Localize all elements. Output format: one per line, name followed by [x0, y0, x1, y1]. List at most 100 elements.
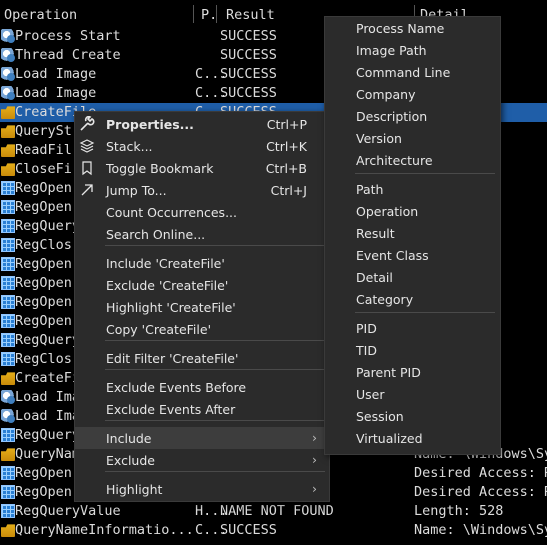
menu-item-highlight[interactable]: Highlight ›	[75, 478, 329, 500]
operation-cell: RegOpen	[15, 180, 72, 196]
submenu-item-event-class[interactable]: Event Class	[325, 244, 500, 266]
submenu-item-virtualized[interactable]: Virtualized	[325, 427, 500, 449]
submenu-item-category[interactable]: Category	[325, 288, 500, 310]
submenu-item-command-line[interactable]: Command Line	[325, 61, 500, 83]
column-header-operation[interactable]: Operation	[4, 7, 77, 23]
submenu-item-image-path[interactable]: Image Path	[325, 39, 500, 61]
operation-cell: CloseFi	[15, 161, 72, 177]
submenu-item-result[interactable]: Result	[325, 222, 500, 244]
operation-cell: RegClos	[15, 237, 72, 253]
result-cell: SUCCESS	[220, 85, 277, 101]
menu-item-exclude-createfile[interactable]: Exclude 'CreateFile'	[75, 274, 329, 296]
operation-cell: RegClos	[15, 351, 72, 367]
menu-item-label: Toggle Bookmark	[106, 161, 214, 176]
menu-item-shortcut: Ctrl+J	[270, 183, 307, 198]
menu-item-label: Highlight 'CreateFile'	[106, 300, 236, 315]
menu-item-exclude-events-before[interactable]: Exclude Events Before	[75, 376, 329, 398]
registry-icon	[1, 238, 15, 252]
operation-cell: RegQuery	[15, 427, 81, 443]
registry-icon	[1, 181, 15, 195]
submenu-item-label: Process Name	[356, 21, 445, 36]
menu-item-toggle-bookmark[interactable]: Toggle Bookmark Ctrl+B	[75, 157, 329, 179]
menu-item-include[interactable]: Include ›	[75, 427, 329, 449]
menu-item-shortcut: Ctrl+K	[266, 139, 307, 154]
menu-item-highlight-createfile[interactable]: Highlight 'CreateFile'	[75, 296, 329, 318]
menu-item-label: Exclude	[106, 453, 155, 468]
wrench-icon	[79, 115, 95, 132]
submenu-item-description[interactable]: Description	[325, 105, 500, 127]
process-icon	[1, 390, 15, 404]
submenu-item-label: User	[356, 387, 385, 402]
submenu-item-architecture[interactable]: Architecture	[325, 149, 500, 171]
menu-item-label: Search Online...	[106, 227, 206, 242]
table-row[interactable]: QueryNameInformatio... C... SUCCESS Name: \…	[0, 521, 547, 540]
operation-cell: Load Image	[15, 66, 97, 82]
detail-cell: Desired Access: R	[414, 465, 547, 481]
registry-icon	[1, 428, 15, 442]
submenu-item-pid[interactable]: PID	[325, 317, 500, 339]
detail-cell: Desired Access: R	[414, 484, 547, 500]
submenu-item-tid[interactable]: TID	[325, 339, 500, 361]
operation-cell: Load Ima	[15, 408, 81, 424]
submenu-item-operation[interactable]: Operation	[325, 200, 500, 222]
submenu-item-detail[interactable]: Detail	[325, 266, 500, 288]
operation-cell: RegOpen	[15, 465, 72, 481]
submenu-item-version[interactable]: Version	[325, 127, 500, 149]
submenu-item-label: Event Class	[356, 248, 429, 263]
context-menu: Properties... Ctrl+P Stack... Ctrl+K Toggle …	[74, 111, 330, 502]
registry-icon	[1, 295, 15, 309]
menu-item-label: Properties...	[106, 117, 194, 132]
table-row[interactable]: RegQueryValue H... NAME NOT FOUND Length: 5…	[0, 502, 547, 521]
operation-cell: Load Ima	[15, 389, 81, 405]
registry-icon	[1, 314, 15, 328]
submenu-item-process-name[interactable]: Process Name	[325, 17, 500, 39]
submenu-item-session[interactable]: Session	[325, 405, 500, 427]
menu-item-shortcut: Ctrl+P	[266, 117, 307, 132]
menu-item-label: Stack...	[106, 139, 153, 154]
menu-item-label: Highlight	[106, 482, 163, 497]
registry-icon	[1, 504, 15, 518]
menu-item-copy-createfile[interactable]: Copy 'CreateFile'	[75, 318, 329, 340]
operation-cell: RegQueryValue	[15, 503, 121, 519]
menu-item-search-online[interactable]: Search Online...	[75, 223, 329, 245]
submenu-item-label: Category	[356, 292, 414, 307]
menu-item-stack[interactable]: Stack... Ctrl+K	[75, 135, 329, 157]
operation-cell: Load Image	[15, 85, 97, 101]
operation-cell: RegOpen	[15, 199, 72, 215]
submenu-item-company[interactable]: Company	[325, 83, 500, 105]
menu-item-count-occurrences[interactable]: Count Occurrences...	[75, 201, 329, 223]
file-system-icon	[1, 524, 15, 537]
registry-icon	[1, 333, 15, 347]
file-system-icon	[1, 125, 15, 138]
registry-icon	[1, 466, 15, 480]
menu-item-exclude[interactable]: Exclude ›	[75, 449, 329, 471]
operation-cell: QueryNam	[15, 446, 81, 462]
submenu-item-label: Path	[356, 182, 384, 197]
submenu-item-label: Version	[356, 131, 402, 146]
operation-cell: RegQuery	[15, 332, 81, 348]
menu-separator	[105, 420, 325, 421]
menu-separator	[105, 340, 325, 341]
operation-cell: Thread Create	[15, 47, 121, 63]
file-system-icon	[1, 163, 15, 176]
menu-item-include-createfile[interactable]: Include 'CreateFile'	[75, 252, 329, 274]
submenu-item-path[interactable]: Path	[325, 178, 500, 200]
stack-icon	[79, 138, 95, 154]
menu-item-edit-filter-createfile[interactable]: Edit Filter 'CreateFile'	[75, 347, 329, 369]
bookmark-icon	[79, 160, 95, 176]
menu-item-properties[interactable]: Properties... Ctrl+P	[75, 113, 329, 135]
menu-item-exclude-events-after[interactable]: Exclude Events After	[75, 398, 329, 420]
file-system-icon	[1, 372, 15, 385]
menu-item-label: Copy 'CreateFile'	[106, 322, 212, 337]
file-system-icon	[1, 106, 15, 119]
submenu-item-parent-pid[interactable]: Parent PID	[325, 361, 500, 383]
operation-cell: RegOpen	[15, 313, 72, 329]
column-header-result[interactable]: Result	[226, 7, 275, 23]
menu-item-jump-to[interactable]: Jump To... Ctrl+J	[75, 179, 329, 201]
result-cell: SUCCESS	[220, 66, 277, 82]
column-header-path[interactable]: P.	[201, 7, 217, 23]
submenu-item-user[interactable]: User	[325, 383, 500, 405]
process-icon	[1, 67, 15, 81]
submenu-item-label: Image Path	[356, 43, 427, 58]
submenu-item-label: Architecture	[356, 153, 433, 168]
